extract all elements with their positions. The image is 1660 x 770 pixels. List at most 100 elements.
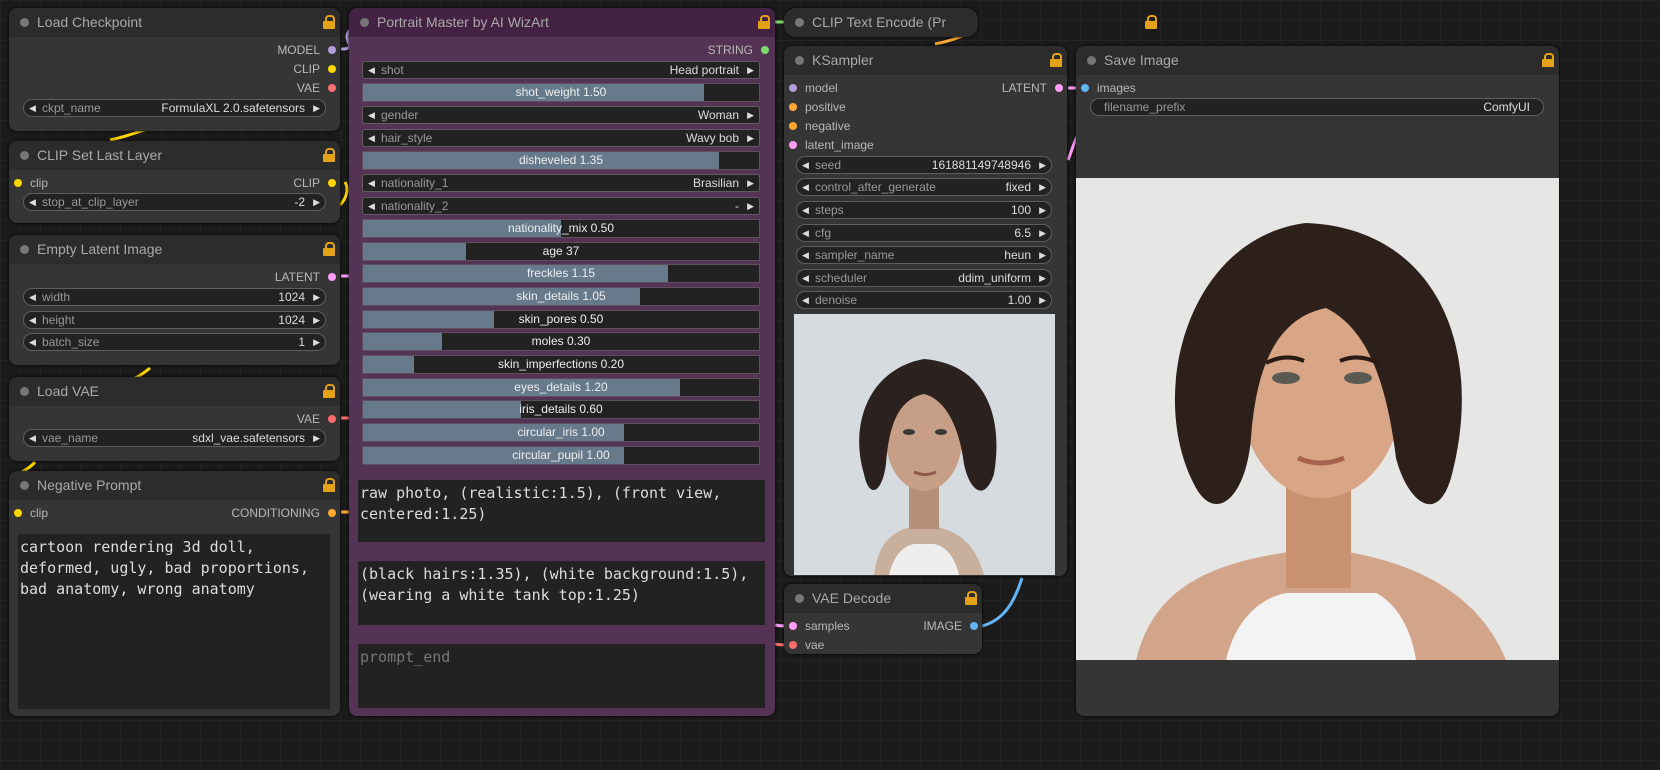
moles-slider[interactable]: moles 0.30 [362,332,760,351]
node-clip-text-encode-collapsed[interactable]: CLIP Text Encode (Pr [784,8,978,37]
output-conditioning[interactable]: CONDITIONING [231,505,336,521]
arrow-left-icon[interactable]: ◀ [802,202,809,218]
collapse-dot-icon[interactable] [20,151,29,160]
arrow-left-icon[interactable]: ◀ [29,334,36,350]
arrow-left-icon[interactable]: ◀ [368,107,375,123]
socket-dot[interactable] [328,46,336,54]
circular-pupil-slider[interactable]: circular_pupil 1.00 [362,446,760,465]
socket-dot[interactable] [14,509,22,517]
arrow-left-icon[interactable]: ◀ [29,430,36,446]
arrow-right-icon[interactable]: ▶ [747,175,754,191]
output-clip[interactable]: CLIP [293,61,336,77]
nationality-mix-slider[interactable]: nationality_mix 0.50 [362,219,760,238]
arrow-right-icon[interactable]: ▶ [1039,202,1046,218]
stop-at-clip-layer-stepper[interactable]: ◀ stop_at_clip_layer -2 ▶ [23,193,326,211]
arrow-right-icon[interactable]: ▶ [747,130,754,146]
socket-dot[interactable] [789,122,797,130]
node-save-image[interactable]: Save Image images filename_prefix ComfyUI [1076,46,1559,716]
arrow-right-icon[interactable]: ▶ [313,334,320,350]
node-negative-prompt[interactable]: Negative Prompt clip CONDITIONING cartoo… [9,471,340,716]
socket-dot[interactable] [328,84,336,92]
arrow-right-icon[interactable]: ▶ [747,198,754,214]
width-stepper[interactable]: ◀ width 1024 ▶ [23,288,326,306]
gender-combo[interactable]: ◀ gender Woman ▶ [362,106,760,124]
output-vae[interactable]: VAE [297,80,336,96]
lock-icon[interactable] [965,591,977,605]
arrow-right-icon[interactable]: ▶ [313,289,320,305]
node-load-checkpoint[interactable]: Load Checkpoint MODEL CLIP VAE ◀ ckpt_nam… [9,8,340,131]
arrow-left-icon[interactable]: ◀ [802,157,809,173]
node-clip-set-last-layer[interactable]: CLIP Set Last Layer clip CLIP ◀ stop_at_c… [9,141,340,223]
node-empty-latent-image[interactable]: Empty Latent Image LATENT ◀ width 1024 ▶ ◀ h… [9,235,340,365]
hair-style-combo[interactable]: ◀ hair_style Wavy bob ▶ [362,129,760,147]
arrow-right-icon[interactable]: ▶ [747,107,754,123]
input-vae[interactable]: vae [789,637,824,653]
output-image[interactable]: IMAGE [923,618,978,634]
scheduler-combo[interactable]: ◀ scheduler ddim_uniform ▶ [796,269,1052,287]
input-images[interactable]: images [1081,80,1136,96]
socket-dot[interactable] [789,141,797,149]
eyes-details-slider[interactable]: eyes_details 1.20 [362,378,760,397]
input-clip[interactable]: clip [14,175,48,191]
input-latent-image[interactable]: latent_image [789,137,874,153]
socket-dot[interactable] [328,179,336,187]
socket-dot[interactable] [789,641,797,649]
vae-name-combo[interactable]: ◀ vae_name sdxl_vae.safetensors ▶ [23,429,326,447]
collapse-dot-icon[interactable] [20,387,29,396]
arrow-left-icon[interactable]: ◀ [802,292,809,308]
lock-icon[interactable] [323,242,335,256]
socket-dot[interactable] [328,273,336,281]
age-slider[interactable]: age 37 [362,242,760,261]
output-latent[interactable]: LATENT [275,269,336,285]
input-negative[interactable]: negative [789,118,850,134]
iris-details-slider[interactable]: iris_details 0.60 [362,400,760,419]
socket-dot[interactable] [1081,84,1089,92]
lock-icon[interactable] [758,15,770,29]
collapse-dot-icon[interactable] [20,245,29,254]
socket-dot[interactable] [328,65,336,73]
arrow-right-icon[interactable]: ▶ [313,312,320,328]
ckpt-name-combo[interactable]: ◀ ckpt_name FormulaXL 2.0.safetensors ▶ [23,99,326,117]
arrow-left-icon[interactable]: ◀ [802,270,809,286]
output-model[interactable]: MODEL [277,42,336,58]
arrow-right-icon[interactable]: ▶ [1039,157,1046,173]
nationality-2-combo[interactable]: ◀ nationality_2 - ▶ [362,197,760,215]
arrow-right-icon[interactable]: ▶ [313,100,320,116]
output-latent[interactable]: LATENT [1002,80,1063,96]
height-stepper[interactable]: ◀ height 1024 ▶ [23,311,326,329]
node-title-bar[interactable]: Negative Prompt [9,471,340,500]
disheveled-slider[interactable]: disheveled 1.35 [362,151,760,170]
arrow-right-icon[interactable]: ▶ [1039,225,1046,241]
output-vae[interactable]: VAE [297,411,336,427]
freckles-slider[interactable]: freckles 1.15 [362,264,760,283]
socket-dot[interactable] [1055,84,1063,92]
node-title-bar[interactable]: KSampler [784,46,1067,75]
lock-icon[interactable] [323,148,335,162]
shot-weight-slider[interactable]: shot_weight 1.50 [362,83,760,102]
prompt-additional-textarea[interactable]: (black hairs:1.35), (white background:1.… [358,561,765,625]
node-title-bar[interactable]: Portrait Master by AI WizArt [349,8,775,37]
output-string[interactable]: STRING [708,42,769,58]
arrow-right-icon[interactable]: ▶ [1039,179,1046,195]
node-title-bar[interactable]: Save Image [1076,46,1559,75]
input-model[interactable]: model [789,80,838,96]
arrow-right-icon[interactable]: ▶ [313,194,320,210]
socket-dot[interactable] [970,622,978,630]
arrow-right-icon[interactable]: ▶ [1039,247,1046,263]
arrow-left-icon[interactable]: ◀ [368,198,375,214]
lock-icon[interactable] [1542,53,1554,67]
lock-icon[interactable] [323,384,335,398]
steps-stepper[interactable]: ◀ steps 100 ▶ [796,201,1052,219]
node-ksampler[interactable]: KSampler model positive negative latent_… [784,46,1067,576]
seed-stepper[interactable]: ◀ seed 161881149748946 ▶ [796,156,1052,174]
shot-combo[interactable]: ◀ shot Head portrait ▶ [362,61,760,79]
arrow-left-icon[interactable]: ◀ [29,312,36,328]
collapse-dot-icon[interactable] [1087,56,1096,65]
socket-dot[interactable] [789,84,797,92]
node-vae-decode[interactable]: VAE Decode samples vae IMAGE [784,584,982,654]
filename-prefix-field[interactable]: filename_prefix ComfyUI [1090,98,1544,116]
node-title-bar[interactable]: Empty Latent Image [9,235,340,264]
node-load-vae[interactable]: Load VAE VAE ◀ vae_name sdxl_vae.safetenso… [9,377,340,461]
prompt-start-textarea[interactable]: raw photo, (realistic:1.5), (front view,… [358,480,765,542]
arrow-left-icon[interactable]: ◀ [29,100,36,116]
